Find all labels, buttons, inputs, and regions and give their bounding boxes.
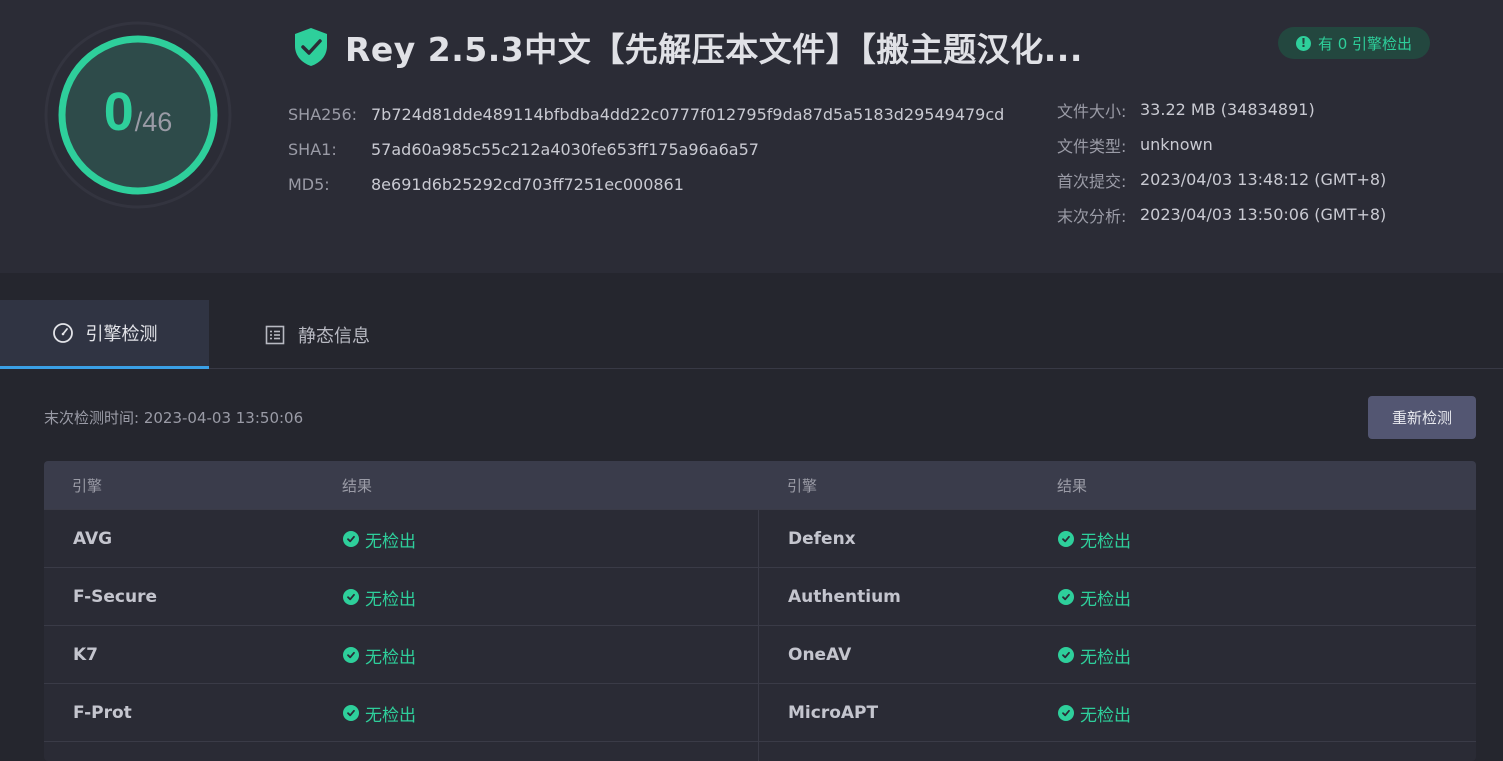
check-circle-icon [1058, 705, 1074, 721]
check-circle-icon [343, 705, 359, 721]
engine-name: K7 [73, 645, 99, 665]
scan-result-label: 无检出 [365, 705, 416, 726]
column-header-engine: 引擎 [72, 476, 103, 495]
engine-results-table: 引擎 结果 引擎 结果 AVG 无检出 Defenx 无检出 F-Secure 无检出 Au… [44, 461, 1476, 761]
meta-value: 33.22 MB (34834891) [1140, 100, 1315, 119]
scan-result-label: 无检出 [1080, 531, 1131, 552]
column-divider [758, 509, 759, 761]
column-header-result: 结果 [342, 476, 373, 495]
scan-result-label: 无检出 [1080, 705, 1131, 726]
rescan-button[interactable]: 重新检测 [1368, 396, 1476, 439]
engine-name: F-Secure [73, 587, 158, 607]
scan-result-label: 无检出 [365, 647, 416, 668]
scan-result-label: 无检出 [1080, 647, 1131, 668]
check-circle-icon [1058, 589, 1074, 605]
meta-label: 文件类型: [1057, 136, 1127, 156]
scan-result-label: 无检出 [365, 531, 416, 552]
meta-value: 2023/04/03 13:50:06 (GMT+8) [1140, 205, 1387, 224]
meta-first-submit: 首次提交: 2023/04/03 13:48:12 (GMT+8) [1057, 162, 1386, 197]
engine-name: OneAV [788, 645, 852, 665]
check-circle-icon [343, 531, 359, 547]
hash-value: 8e691d6b25292cd703ff7251ec000861 [371, 175, 684, 194]
scan-result: 无检出 [343, 568, 416, 626]
table-header: 引擎 结果 引擎 结果 [44, 461, 1476, 509]
file-title: Rey 2.5.3中文【先解压本文件】【搬主题汉化... [345, 30, 1083, 69]
gauge-icon [52, 323, 73, 343]
table-row: K7 无检出 OneAV 无检出 [44, 625, 1476, 683]
hash-sha1: SHA1: 57ad60a985c55c212a4030fe653ff175a9… [288, 132, 1004, 167]
file-header: 0 /46 Rey 2.5.3中文【先解压本文件】【搬主题汉化... ! 有 0… [0, 0, 1503, 273]
check-circle-icon [343, 589, 359, 605]
table-row: F-Secure 无检出 Authentium 无检出 [44, 567, 1476, 625]
engine-name: AVG [73, 529, 113, 549]
hash-label: MD5: [288, 175, 330, 194]
tab-static-info[interactable]: 静态信息 [264, 300, 370, 369]
scan-result: 无检出 [343, 510, 416, 568]
engine-total: /46 [134, 106, 173, 137]
table-row [44, 741, 1476, 761]
scan-result-label: 无检出 [365, 589, 416, 610]
detected-count: 0 [103, 82, 134, 142]
scan-result: 无检出 [343, 626, 416, 684]
meta-label: 文件大小: [1057, 101, 1127, 121]
hash-value: 7b724d81dde489114bfbdba4dd22c0777f012795… [371, 105, 1005, 124]
meta-file-type: 文件类型: unknown [1057, 127, 1386, 162]
meta-value: 2023/04/03 13:48:12 (GMT+8) [1140, 170, 1387, 189]
meta-file-size: 文件大小: 33.22 MB (34834891) [1057, 92, 1386, 127]
check-circle-icon [1058, 647, 1074, 663]
alert-icon: ! [1295, 35, 1311, 51]
check-circle-icon [1058, 531, 1074, 547]
scan-result: 无检出 [343, 684, 416, 742]
tab-engine-detection[interactable]: 引擎检测 [0, 300, 209, 369]
meta-label: 首次提交: [1057, 171, 1127, 191]
column-header-result: 结果 [1057, 476, 1088, 495]
engine-name: MicroAPT [788, 703, 879, 723]
detection-badge-text: 有 0 引擎检出 [1317, 34, 1413, 53]
scan-result: 无检出 [1058, 568, 1131, 626]
hash-md5: MD5: 8e691d6b25292cd703ff7251ec000861 [288, 167, 1004, 202]
scan-result: 无检出 [1058, 510, 1131, 568]
scan-result-label: 无检出 [1080, 589, 1131, 610]
title-row: Rey 2.5.3中文【先解压本文件】【搬主题汉化... [293, 23, 1083, 71]
hash-label: SHA1: [288, 140, 337, 159]
last-scan-time: 末次检测时间: 2023-04-03 13:50:06 [44, 409, 304, 427]
hash-label: SHA256: [288, 105, 358, 124]
file-meta-list: 文件大小: 33.22 MB (34834891) 文件类型: unknown … [1057, 92, 1386, 232]
detection-badge: ! 有 0 引擎检出 [1278, 27, 1430, 59]
check-circle-icon [343, 647, 359, 663]
hash-sha256: SHA256: 7b724d81dde489114bfbdba4dd22c077… [288, 97, 1004, 132]
tab-label: 静态信息 [298, 325, 370, 347]
shield-check-icon [295, 28, 327, 66]
table-row: F-Prot 无检出 MicroAPT 无检出 [44, 683, 1476, 741]
engine-name: F-Prot [73, 703, 132, 723]
meta-label: 末次分析: [1057, 206, 1127, 226]
column-header-engine: 引擎 [787, 476, 818, 495]
engine-name: Authentium [788, 587, 901, 607]
engine-name: Defenx [788, 529, 856, 549]
hash-list: SHA256: 7b724d81dde489114bfbdba4dd22c077… [288, 97, 1004, 202]
table-row: AVG 无检出 Defenx 无检出 [44, 509, 1476, 567]
hash-value: 57ad60a985c55c212a4030fe653ff175a96a6a57 [371, 140, 759, 159]
meta-value: unknown [1140, 135, 1213, 154]
scan-result: 无检出 [1058, 626, 1131, 684]
meta-last-analysis: 末次分析: 2023/04/03 13:50:06 (GMT+8) [1057, 197, 1386, 232]
tab-bar: 引擎检测 静态信息 [0, 300, 1503, 369]
tab-label: 引擎检测 [85, 324, 158, 345]
scan-result: 无检出 [1058, 684, 1131, 742]
document-list-icon [265, 325, 285, 344]
detection-gauge: 0 /46 [43, 20, 233, 210]
